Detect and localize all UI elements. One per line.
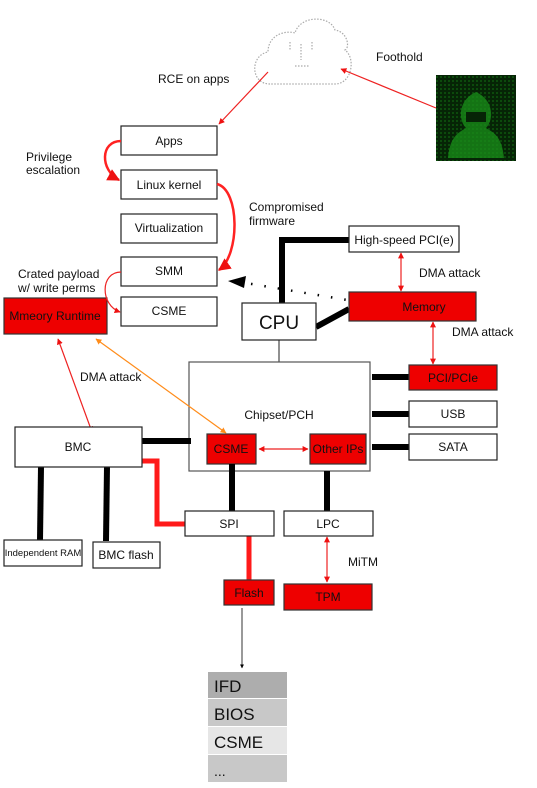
svg-text:PCI/PCIe: PCI/PCIe xyxy=(428,371,478,385)
dma-attack-label: DMA attack xyxy=(419,266,481,280)
svg-text:High-speed PCI(e): High-speed PCI(e) xyxy=(354,233,453,247)
payload-label: Crated payload xyxy=(18,267,99,281)
svg-text:Virtualization: Virtualization xyxy=(135,221,203,235)
flash-region-more: ... xyxy=(214,763,226,779)
svg-text:Chipset/PCH: Chipset/PCH xyxy=(244,408,313,422)
svg-text:BMC flash: BMC flash xyxy=(98,548,153,562)
dma-attack-label: DMA attack xyxy=(452,325,514,339)
svg-text:USB: USB xyxy=(441,407,466,421)
mitm-label: MiTM xyxy=(348,555,378,569)
csme-inner-box[interactable]: CSME xyxy=(206,433,257,465)
sata-box[interactable]: SATA xyxy=(408,433,498,461)
flash-region-csme: CSME xyxy=(214,733,263,752)
flash-layout-list: IFD BIOS CSME ... xyxy=(208,672,287,782)
svg-text:SATA: SATA xyxy=(438,440,468,454)
svg-text:Linux kernel: Linux kernel xyxy=(137,178,202,192)
svg-text:SMM: SMM xyxy=(155,264,183,278)
write-perms-label: w/ write perms xyxy=(17,281,95,295)
dma-attack-label: DMA attack xyxy=(80,370,142,384)
smm-box[interactable]: SMM xyxy=(120,256,218,287)
flash-region-ifd: IFD xyxy=(214,677,241,696)
memory-runtime-box[interactable]: Mmeory Runtime xyxy=(3,297,108,335)
linux-kernel-box[interactable]: Linux kernel xyxy=(120,169,218,200)
privilege-label: Privilege xyxy=(26,150,72,164)
svg-text:CSME: CSME xyxy=(214,442,249,456)
bmc-flash-box[interactable]: BMC flash xyxy=(92,541,161,569)
tpm-box[interactable]: TPM xyxy=(283,583,373,611)
svg-text:TPM: TPM xyxy=(315,590,340,604)
svg-text:Flash: Flash xyxy=(234,586,263,600)
compromised-label: Compromised xyxy=(249,200,324,214)
svg-text:LPC: LPC xyxy=(316,517,340,531)
svg-text:Memory: Memory xyxy=(402,300,445,314)
svg-text:CSME: CSME xyxy=(152,304,187,318)
bmc-box[interactable]: BMC xyxy=(14,426,143,468)
usb-box[interactable]: USB xyxy=(408,400,498,428)
memory-box[interactable]: Memory xyxy=(348,291,477,322)
virtualization-box[interactable]: Virtualization xyxy=(120,213,218,244)
escalation-label: escalation xyxy=(26,163,80,177)
flash-region-bios: BIOS xyxy=(214,705,255,724)
pci-pcie-box[interactable]: PCI/PCIe xyxy=(408,364,498,391)
cpu-box[interactable]: CPU xyxy=(241,302,317,341)
attack-surface-diagram: Foothold RCE on apps Privilege escalatio… xyxy=(3,18,516,782)
other-ips-box[interactable]: Other IPs xyxy=(309,433,367,465)
cloud-icon xyxy=(254,18,352,85)
firmware-label: firmware xyxy=(249,214,295,228)
lpc-box[interactable]: LPC xyxy=(283,510,374,537)
high-speed-pci-box[interactable]: High-speed PCI(e) xyxy=(348,225,460,253)
svg-text:Independent RAM: Independent RAM xyxy=(5,548,82,559)
svg-text:CPU: CPU xyxy=(259,313,299,334)
flash-box[interactable]: Flash xyxy=(223,579,275,606)
svg-text:BMC: BMC xyxy=(65,440,92,454)
csme-box[interactable]: CSME xyxy=(120,296,218,327)
svg-text:Apps: Apps xyxy=(155,134,182,148)
rce-label: RCE on apps xyxy=(158,72,229,86)
independent-ram-box[interactable]: Independent RAM xyxy=(3,539,83,567)
apps-box[interactable]: Apps xyxy=(120,125,218,156)
svg-text:Mmeory Runtime: Mmeory Runtime xyxy=(9,309,101,323)
foothold-label: Foothold xyxy=(376,50,423,64)
svg-text:Other IPs: Other IPs xyxy=(313,442,364,456)
svg-text:SPI: SPI xyxy=(219,517,238,531)
hacker-image xyxy=(436,75,516,161)
spi-box[interactable]: SPI xyxy=(184,510,275,537)
